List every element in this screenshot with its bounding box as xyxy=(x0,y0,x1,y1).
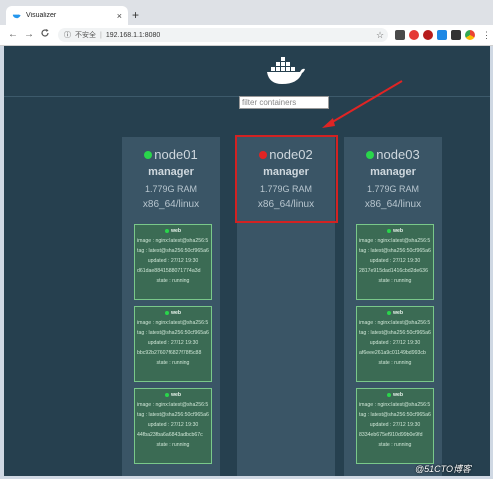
task-card[interactable]: web image : nginx:latest@sha256:5 tag : … xyxy=(134,306,212,382)
task-state: state : running xyxy=(378,278,412,284)
task-tag: tag : latest@sha256:50cf965a6 xyxy=(137,412,209,418)
node02-highlight-box xyxy=(235,135,338,223)
browser-window: Visualizer × + ← → ⓘ 不安全 | 192.168.1.1:8… xyxy=(0,0,493,479)
visualizer-page: node01 manager 1.779G RAM x86_64/linux w… xyxy=(4,46,490,476)
node-name: node03 xyxy=(376,147,420,162)
task-id: d61dae8841588071774a3d xyxy=(137,268,201,274)
browser-menu-icon[interactable]: ⋮ xyxy=(482,28,491,42)
task-service: web xyxy=(392,310,404,316)
task-updated: updated : 27/12 19:30 xyxy=(369,422,421,428)
task-state: state : running xyxy=(156,278,190,284)
node-role: manager xyxy=(370,166,416,178)
extension-icon-2[interactable] xyxy=(409,30,419,40)
info-icon[interactable]: ⓘ xyxy=(64,30,71,40)
task-card[interactable]: web image : nginx:latest@sha256:5 tag : … xyxy=(356,224,434,300)
task-updated: updated : 27/12 19:30 xyxy=(147,340,199,346)
task-card[interactable]: web image : nginx:latest@sha256:5 tag : … xyxy=(134,388,212,464)
running-dot-icon xyxy=(386,311,391,315)
reload-button[interactable] xyxy=(40,28,50,43)
node-name: node01 xyxy=(154,147,198,162)
extension-icon-4[interactable] xyxy=(437,30,447,40)
back-button[interactable]: ← xyxy=(8,28,18,42)
task-service: web xyxy=(170,392,182,398)
watermark: @51CTO博客 xyxy=(415,464,471,474)
task-service: web xyxy=(170,228,182,234)
docker-favicon-icon xyxy=(12,11,21,20)
address-bar[interactable]: ⓘ 不安全 | 192.168.1.1:8080 xyxy=(58,28,388,42)
task-state: state : running xyxy=(378,360,412,366)
node-ram: 1.779G RAM xyxy=(366,184,420,194)
node-arch: x86_64/linux xyxy=(364,199,422,210)
docker-whale-icon xyxy=(267,57,305,84)
task-service: web xyxy=(170,310,182,316)
task-image: image : nginx:latest@sha256:5 xyxy=(359,402,431,408)
task-updated: updated : 27/12 19:30 xyxy=(369,258,421,264)
status-dot-icon xyxy=(144,150,153,159)
task-image: image : nginx:latest@sha256:5 xyxy=(137,320,209,326)
node-column-node01: node01 manager 1.779G RAM x86_64/linux w… xyxy=(122,137,220,476)
task-list: web image : nginx:latest@sha256:5 tag : … xyxy=(134,224,212,470)
running-dot-icon xyxy=(164,311,169,315)
task-id: bbc92b27607f6827f78f5c88 xyxy=(137,350,202,356)
running-dot-icon xyxy=(386,229,391,233)
task-id: 44fba23fba6a6843adbcb67c xyxy=(137,432,203,438)
node-role: manager xyxy=(148,166,194,178)
task-image: image : nginx:latest@sha256:5 xyxy=(137,238,209,244)
chrome-icon[interactable] xyxy=(465,30,475,40)
node-column-node03: node03 manager 1.779G RAM x86_64/linux w… xyxy=(344,137,442,476)
task-state: state : running xyxy=(378,442,412,448)
task-id: 2817e915dad1416cbd2de636 xyxy=(359,268,428,274)
close-tab-icon[interactable]: × xyxy=(117,11,122,21)
task-image: image : nginx:latest@sha256:5 xyxy=(359,238,431,244)
new-tab-button[interactable]: + xyxy=(132,8,139,22)
task-updated: updated : 27/12 19:30 xyxy=(369,340,421,346)
running-dot-icon xyxy=(164,393,169,397)
task-state: state : running xyxy=(156,360,190,366)
security-label: 不安全 xyxy=(75,32,96,39)
task-tag: tag : latest@sha256:50cf965a6 xyxy=(137,330,209,336)
task-card[interactable]: web image : nginx:latest@sha256:5 tag : … xyxy=(356,388,434,464)
task-card[interactable]: web image : nginx:latest@sha256:5 tag : … xyxy=(356,306,434,382)
task-tag: tag : latest@sha256:50cf965a6 xyxy=(359,248,431,254)
task-image: image : nginx:latest@sha256:5 xyxy=(137,402,209,408)
tab-strip: Visualizer × + xyxy=(0,0,493,25)
task-updated: updated : 27/12 19:30 xyxy=(147,422,199,428)
task-tag: tag : latest@sha256:50cf965a6 xyxy=(359,412,431,418)
task-tag: tag : latest@sha256:50cf965a6 xyxy=(137,248,209,254)
browser-toolbar: ← → ⓘ 不安全 | 192.168.1.1:8080 ☆ ⋮ xyxy=(0,25,493,46)
running-dot-icon xyxy=(386,393,391,397)
tab-visualizer[interactable]: Visualizer × xyxy=(6,6,128,25)
node-arch: x86_64/linux xyxy=(142,199,200,210)
node-ram: 1.779G RAM xyxy=(144,184,198,194)
extension-icon-5[interactable] xyxy=(451,30,461,40)
task-state: state : running xyxy=(156,442,190,448)
task-image: image : nginx:latest@sha256:5 xyxy=(359,320,431,326)
tab-title: Visualizer xyxy=(26,12,57,19)
task-service: web xyxy=(392,228,404,234)
task-service: web xyxy=(392,392,404,398)
task-id: af6eee261a9c01149bd993cb xyxy=(359,350,426,356)
filter-containers-input[interactable] xyxy=(239,96,329,109)
url-text: 192.168.1.1:8080 xyxy=(105,31,161,39)
task-updated: updated : 27/12 19:30 xyxy=(147,258,199,264)
status-dot-icon xyxy=(366,150,375,159)
extension-icon-1[interactable] xyxy=(395,30,405,40)
adblock-icon[interactable] xyxy=(423,30,433,40)
task-list: web image : nginx:latest@sha256:5 tag : … xyxy=(356,224,434,470)
task-card[interactable]: web image : nginx:latest@sha256:5 tag : … xyxy=(134,224,212,300)
running-dot-icon xyxy=(164,229,169,233)
bookmark-star-icon[interactable]: ☆ xyxy=(376,28,384,42)
forward-button[interactable]: → xyxy=(24,28,34,42)
task-id: 8334eb675ef910d99b0e9fd xyxy=(359,432,423,438)
task-tag: tag : latest@sha256:50cf965a6 xyxy=(359,330,431,336)
reload-icon xyxy=(41,29,49,37)
